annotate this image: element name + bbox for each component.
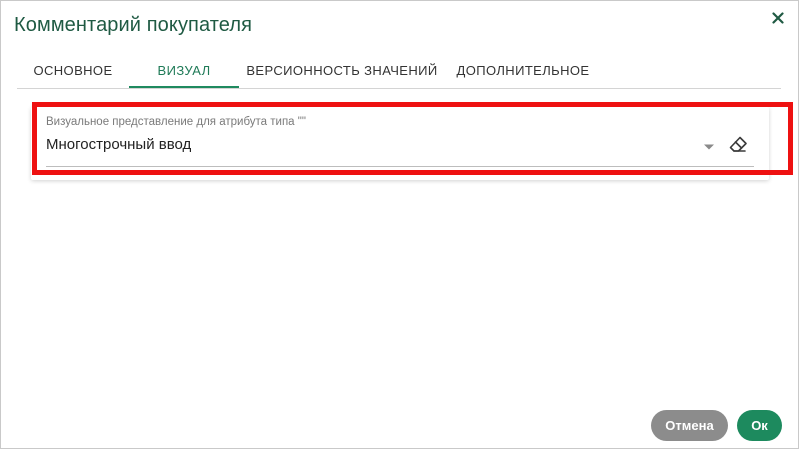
active-tab-indicator	[129, 86, 239, 88]
dialog: Комментарий покупателя ОСНОВНОЕ ВИЗУАЛ В…	[0, 0, 799, 449]
close-icon	[772, 12, 784, 24]
ok-button[interactable]: Ок	[737, 410, 782, 441]
dialog-title: Комментарий покупателя	[14, 14, 253, 36]
chevron-down-icon[interactable]	[703, 143, 715, 151]
tab-main[interactable]: ОСНОВНОЕ	[17, 53, 129, 88]
tab-visual[interactable]: ВИЗУАЛ	[129, 53, 239, 88]
close-button[interactable]	[767, 7, 789, 29]
field-underline	[46, 166, 754, 167]
visual-representation-select[interactable]: Многострочный ввод	[46, 136, 191, 153]
tab-value-versioning[interactable]: ВЕРСИОННОСТЬ ЗНАЧЕНИЙ	[239, 53, 445, 88]
visual-settings-card: Визуальное представление для атрибута ти…	[31, 107, 769, 180]
tab-bar: ОСНОВНОЕ ВИЗУАЛ ВЕРСИОННОСТЬ ЗНАЧЕНИЙ ДО…	[17, 53, 781, 89]
eraser-icon[interactable]	[728, 135, 748, 155]
visual-representation-label: Визуальное представление для атрибута ти…	[46, 116, 306, 128]
cancel-button[interactable]: Отмена	[651, 410, 728, 441]
tab-additional[interactable]: ДОПОЛНИТЕЛЬНОЕ	[449, 53, 597, 88]
